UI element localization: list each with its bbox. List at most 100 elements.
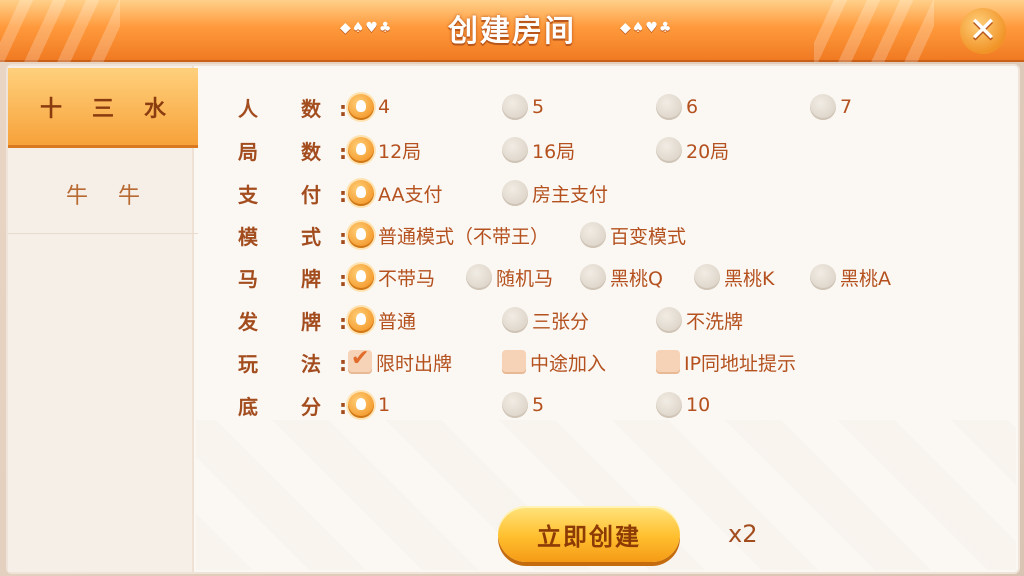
option-row-rules: 玩 法: 限时出牌 中途加入 IP同地址提示 — [238, 346, 998, 377]
checkbox-icon — [656, 350, 680, 374]
option-row-deal: 发 牌: 普通 三张分 不洗牌 — [238, 305, 998, 335]
close-icon: ✕ — [968, 10, 998, 50]
option-rule-timed[interactable]: 限时出牌 — [348, 346, 453, 377]
option-label: 随机马 — [496, 267, 554, 290]
radio-icon — [580, 264, 606, 290]
option-row-mode: 模 式: 普通模式（不带王） 百变模式 — [238, 220, 998, 250]
option-label: 不洗牌 — [686, 310, 744, 333]
option-players-6[interactable]: 6 — [656, 92, 698, 122]
room-card-cost: x2 — [728, 520, 758, 548]
option-label: 黑桃K — [724, 267, 775, 290]
page-title: 创建房间 — [448, 14, 576, 49]
row-label: 底 分: — [238, 395, 365, 419]
option-rule-join-midway[interactable]: 中途加入 — [502, 347, 606, 377]
radio-icon — [656, 392, 682, 418]
radio-icon — [502, 307, 528, 333]
radio-icon — [694, 264, 720, 290]
option-rounds-12[interactable]: 12局 — [348, 135, 421, 165]
option-label: IP同地址提示 — [684, 352, 797, 375]
close-button[interactable]: ✕ — [960, 8, 1006, 54]
option-label: 普通模式（不带王） — [378, 225, 550, 248]
radio-icon — [502, 392, 528, 418]
tab-shisanshui[interactable]: 十三水 — [8, 68, 198, 148]
row-label: 模 式: — [238, 225, 365, 249]
row-label: 支 付: — [238, 183, 365, 207]
option-label: 4 — [378, 96, 391, 118]
tab-label: 牛牛 — [65, 183, 170, 209]
option-label: 5 — [532, 394, 545, 416]
option-row-rounds: 局 数: 12局 16局 20局 — [238, 135, 998, 165]
radio-selected-icon — [348, 392, 374, 418]
row-label: 局 数: — [238, 140, 365, 164]
option-horse-none[interactable]: 不带马 — [348, 262, 435, 292]
option-label: 黑桃A — [840, 267, 891, 290]
row-label: 马 牌: — [238, 267, 365, 291]
option-label: 三张分 — [532, 310, 590, 333]
radio-icon — [810, 264, 836, 290]
option-rounds-16[interactable]: 16局 — [502, 135, 575, 165]
radio-icon — [502, 94, 528, 120]
create-button-label: 立即创建 — [537, 522, 641, 551]
option-score-1[interactable]: 1 — [348, 390, 390, 420]
option-label: 16局 — [532, 140, 576, 163]
radio-selected-icon — [348, 264, 374, 290]
create-room-button[interactable]: 立即创建 — [498, 506, 680, 562]
radio-selected-icon — [348, 307, 374, 333]
option-row-base-score: 底 分: 1 5 10 — [238, 390, 998, 420]
suit-decoration-right: ◆♠♥♣ — [620, 20, 673, 36]
option-deal-three[interactable]: 三张分 — [502, 305, 589, 335]
option-rule-ip-warning[interactable]: IP同地址提示 — [656, 347, 796, 377]
radio-icon — [656, 137, 682, 163]
option-label: 不带马 — [378, 267, 436, 290]
option-label: 百变模式 — [610, 225, 687, 248]
option-row-players: 人 数: 4 5 6 7 — [238, 92, 998, 122]
option-label: 普通 — [378, 310, 417, 333]
option-label: 1 — [378, 394, 391, 416]
option-horse-spade-a[interactable]: 黑桃A — [810, 262, 891, 292]
radio-selected-icon — [348, 180, 374, 206]
row-label: 玩 法: — [238, 352, 365, 376]
radio-icon — [502, 180, 528, 206]
option-mode-wild[interactable]: 百变模式 — [580, 220, 686, 250]
option-score-10[interactable]: 10 — [656, 390, 710, 420]
option-payment-aa[interactable]: AA支付 — [348, 178, 443, 208]
radio-icon — [502, 137, 528, 163]
tab-label: 十三水 — [39, 96, 196, 122]
option-players-5[interactable]: 5 — [502, 92, 544, 122]
tab-niuniu[interactable]: 牛牛 — [8, 154, 198, 234]
checkbox-icon — [502, 350, 526, 374]
option-label: 中途加入 — [530, 352, 607, 375]
option-label: AA支付 — [378, 183, 443, 206]
option-mode-normal[interactable]: 普通模式（不带王） — [348, 220, 549, 250]
option-label: 黑桃Q — [610, 267, 663, 290]
option-deal-noshuffle[interactable]: 不洗牌 — [656, 305, 743, 335]
option-label: 7 — [840, 96, 853, 118]
option-payment-host[interactable]: 房主支付 — [502, 178, 608, 208]
radio-selected-icon — [348, 137, 374, 163]
row-label: 发 牌: — [238, 310, 365, 334]
option-horse-spade-q[interactable]: 黑桃Q — [580, 262, 663, 292]
option-row-horse-card: 马 牌: 不带马 随机马 黑桃Q 黑桃K 黑桃A — [238, 262, 998, 292]
option-horse-spade-k[interactable]: 黑桃K — [694, 262, 774, 292]
radio-icon — [656, 307, 682, 333]
option-label: 限时出牌 — [376, 352, 453, 375]
checkbox-checked-icon — [348, 346, 372, 374]
header-bar: ◆♠♥♣ 创建房间 ◆♠♥♣ ✕ — [0, 0, 1024, 62]
option-horse-random[interactable]: 随机马 — [466, 262, 553, 292]
radio-selected-icon — [348, 94, 374, 120]
option-row-payment: 支 付: AA支付 房主支付 — [238, 178, 998, 208]
option-score-5[interactable]: 5 — [502, 390, 544, 420]
option-players-7[interactable]: 7 — [810, 92, 852, 122]
radio-icon — [466, 264, 492, 290]
option-deal-normal[interactable]: 普通 — [348, 305, 416, 335]
option-label: 20局 — [686, 140, 730, 163]
option-players-4[interactable]: 4 — [348, 92, 390, 122]
option-rounds-20[interactable]: 20局 — [656, 135, 729, 165]
radio-selected-icon — [348, 222, 374, 248]
radio-icon — [580, 222, 606, 248]
option-label: 10 — [686, 394, 711, 416]
row-label: 人 数: — [238, 97, 365, 121]
radio-icon — [810, 94, 836, 120]
option-label: 房主支付 — [532, 183, 609, 206]
game-sidebar: 十三水 牛牛 — [8, 66, 198, 572]
